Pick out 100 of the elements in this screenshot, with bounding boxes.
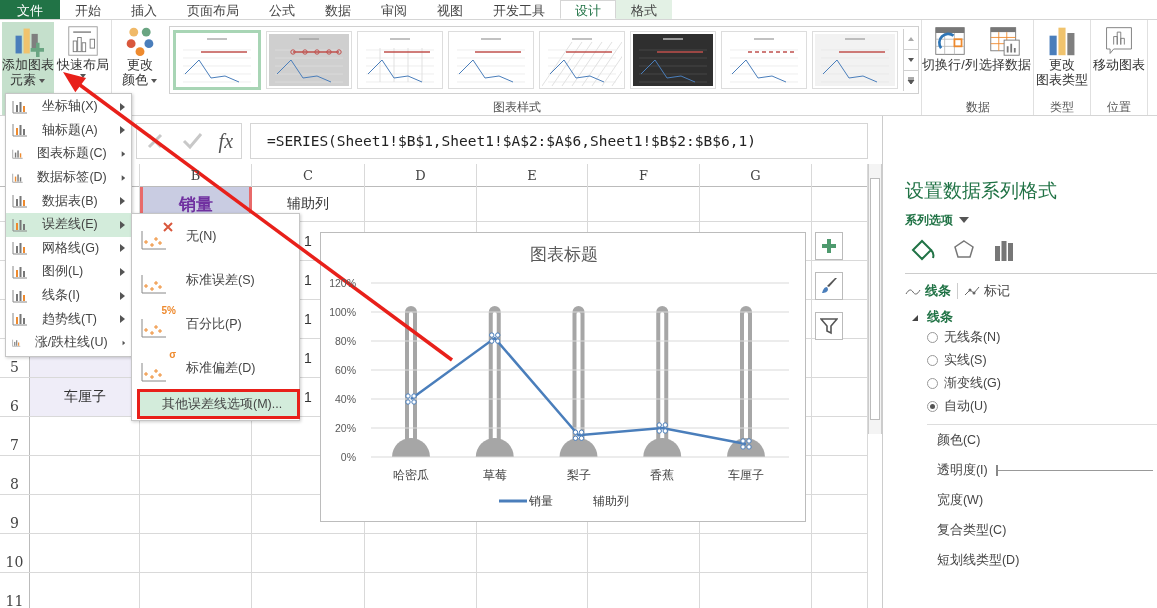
ribbon-tab[interactable]: 格式 [616, 0, 672, 19]
row-header[interactable]: 11 [5, 593, 24, 608]
chart-style-thumbnail[interactable] [630, 31, 716, 89]
selection-handle-icon[interactable] [489, 332, 501, 344]
chart-icon [12, 264, 28, 279]
property-label: 透明度(I) [936, 461, 988, 479]
menu-item[interactable]: 轴标题(A) [6, 118, 131, 143]
group-label: 位置 [1107, 99, 1131, 115]
radio-option[interactable]: 实线(S) [926, 349, 1157, 372]
ribbon-tab[interactable]: 公式 [254, 0, 310, 19]
wave-line-icon [904, 286, 921, 296]
ribbon-button[interactable]: 切换行/列 [924, 22, 976, 99]
axis-label: 哈密瓜 [393, 468, 429, 482]
menu-item[interactable]: 线条(I) [6, 283, 131, 308]
paint-bucket-icon[interactable] [910, 239, 935, 261]
section-title[interactable]: 线条 [926, 309, 953, 326]
menu-item[interactable]: 其他误差线选项(M)... [140, 392, 297, 416]
chart-style-thumbnail[interactable] [539, 31, 625, 89]
menu-item[interactable]: 数据标签(D) [6, 165, 131, 190]
ribbon-tab[interactable]: 审阅 [366, 0, 422, 19]
series-options-dropdown[interactable]: 系列选项 [904, 212, 969, 229]
chart-title[interactable]: 图表标题 [530, 245, 598, 264]
selection-handle-icon[interactable] [405, 393, 417, 405]
legend-label[interactable]: 辅助列 [593, 494, 629, 508]
ribbon-tab[interactable]: 文件 [0, 0, 60, 19]
chart-style-button[interactable] [815, 272, 843, 300]
selection-handle-icon[interactable] [656, 422, 668, 434]
group-label: 图表样式 [492, 99, 541, 115]
menu-item[interactable]: 涨/跌柱线(U) [6, 330, 131, 355]
scrollbar[interactable] [868, 164, 882, 434]
ribbon-tab[interactable]: 视图 [422, 0, 478, 19]
chart-style-thumbnail[interactable] [448, 31, 534, 89]
radio-option[interactable]: 渐变线(G) [926, 372, 1157, 395]
axis-label: 车厘子 [728, 468, 764, 482]
column-header[interactable]: C [303, 168, 313, 183]
column-header[interactable]: E [527, 168, 537, 183]
chart-style-thumbnail[interactable] [357, 31, 443, 89]
chart-filter-button[interactable] [815, 312, 843, 340]
ribbon-button[interactable]: 移动图表 [1093, 22, 1145, 99]
row-header[interactable]: 10 [5, 554, 24, 570]
caret-up-icon [907, 36, 915, 42]
legend-label[interactable]: 销量 [529, 494, 553, 508]
layout-icon [66, 25, 100, 57]
radio-option[interactable]: 自动(U) [926, 395, 1157, 418]
column-header[interactable]: D [415, 168, 426, 183]
ribbon-button[interactable]: 选择数据 [979, 22, 1031, 99]
row-header[interactable]: 6 [10, 398, 19, 414]
caret-icon [150, 77, 158, 84]
insert-function-button[interactable]: fx [218, 129, 234, 153]
selection-handle-icon[interactable] [740, 438, 752, 450]
caret-icon [958, 217, 969, 224]
ribbon-button[interactable]: 更改 图表类型 [1036, 22, 1088, 99]
chart-icon [12, 241, 28, 256]
brush-icon [820, 277, 838, 295]
axis-label: 梨子 [566, 468, 591, 482]
ribbon-tab[interactable]: 页面布局 [172, 0, 254, 19]
selection-handle-icon[interactable] [572, 429, 585, 441]
ribbon-tab[interactable]: 设计 [560, 0, 616, 19]
column-header[interactable]: B [190, 168, 201, 183]
menu-item[interactable]: 数据表(B) [6, 189, 131, 213]
ribbon-tab[interactable]: 开发工具 [478, 0, 560, 19]
pentagon-icon[interactable] [952, 239, 975, 261]
more-icon [907, 77, 915, 85]
menu-item[interactable]: 网格线(G) [6, 236, 131, 261]
ribbon-tab[interactable]: 数据 [310, 0, 366, 19]
menu-item[interactable]: 图表标题(C) [6, 142, 131, 166]
axis-label: 40% [335, 392, 356, 406]
submenu-arrow-icon [119, 102, 125, 111]
axis-label: 60% [335, 363, 356, 377]
property-label: 颜色(C) [936, 431, 981, 449]
menu-item[interactable]: 图例(L) [6, 260, 131, 284]
submenu-arrow-icon [120, 173, 125, 182]
format-tab[interactable]: 线条 [904, 282, 951, 300]
formula-field[interactable]: =SERIES(Sheet1!$B$1,Sheet1!$A$2:$A$6,Sheet1!$B$2:$B$6,1) [250, 123, 868, 159]
chart-style-thumbnail[interactable] [173, 30, 261, 90]
chart-style-thumbnail[interactable] [266, 31, 352, 89]
format-tab[interactable]: 标记 [963, 282, 1010, 300]
caret-icon [38, 77, 46, 84]
collapse-icon[interactable] [910, 313, 919, 322]
legend-line-icon [499, 499, 527, 503]
chart-style-thumbnail[interactable] [812, 31, 898, 89]
row-header[interactable]: 5 [10, 359, 19, 375]
bar-chart-icon[interactable] [992, 239, 1015, 261]
row-header[interactable]: 8 [10, 476, 19, 492]
ribbon-tab[interactable]: 插入 [116, 0, 172, 19]
submenu-arrow-icon [119, 244, 125, 253]
column-header[interactable]: F [639, 168, 648, 183]
ribbon-tab[interactable]: 开始 [60, 0, 116, 19]
property-label: 复合类型(C) [936, 521, 1007, 539]
menu-item[interactable]: 趋势线(T) [6, 307, 131, 331]
row-header[interactable]: 9 [10, 515, 19, 531]
row-header[interactable]: 7 [10, 437, 19, 453]
radio-option[interactable]: 无线条(N) [926, 326, 1157, 349]
data-line[interactable] [410, 336, 747, 446]
column-header[interactable]: G [750, 168, 761, 183]
icon-caption: 5% [161, 305, 176, 316]
menu-item[interactable]: 误差线(E) [6, 212, 131, 237]
chart-style-thumbnail[interactable] [721, 31, 807, 89]
add-element-button[interactable] [815, 232, 843, 260]
check-icon[interactable] [180, 131, 203, 151]
